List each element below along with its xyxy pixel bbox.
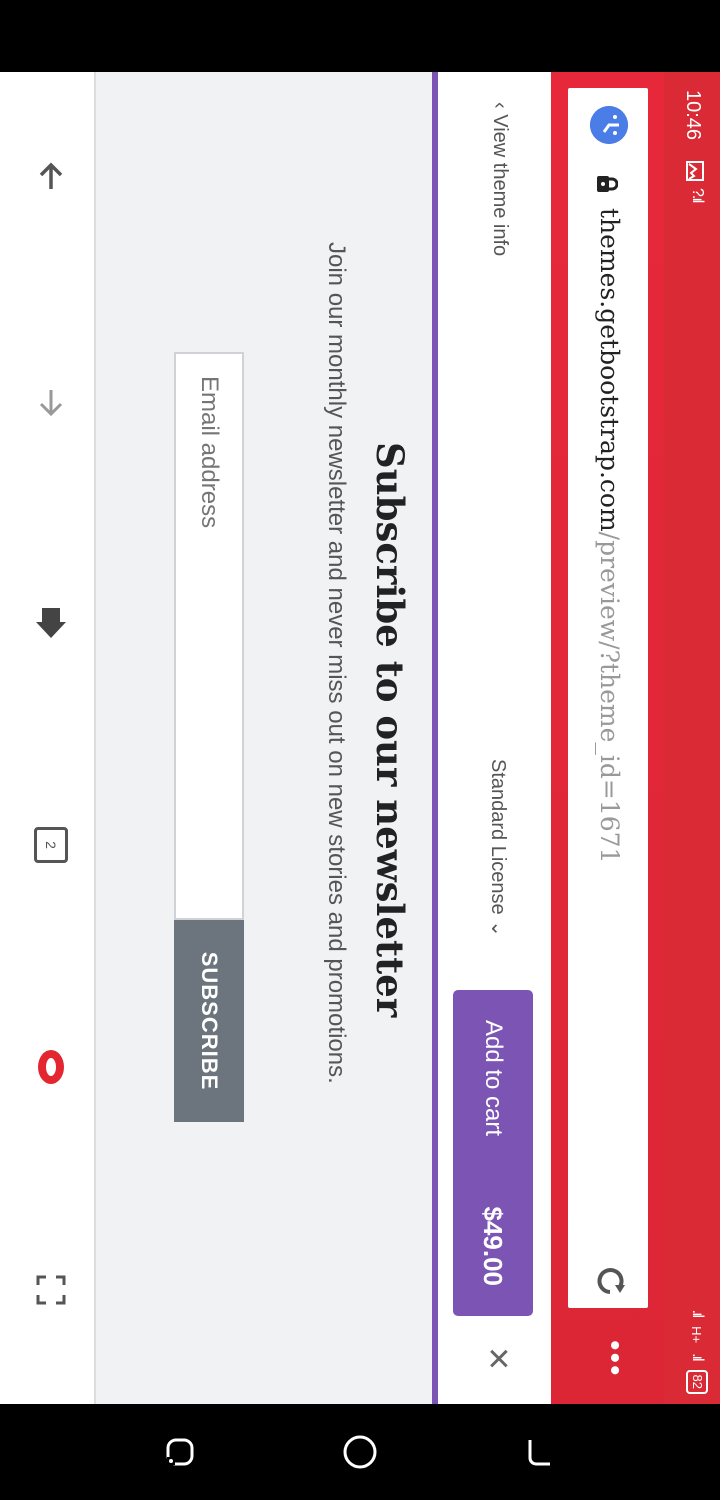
top-black-bar bbox=[0, 0, 720, 72]
menu-icon[interactable]: ••• bbox=[598, 1340, 631, 1378]
accent-divider bbox=[432, 72, 438, 1404]
add-to-cart-label: Add to cart bbox=[480, 1020, 507, 1137]
add-to-cart-button[interactable]: Add to cart $49.00 bbox=[453, 990, 533, 1316]
home-circle-icon[interactable] bbox=[340, 1432, 380, 1472]
home-icon[interactable] bbox=[26, 598, 76, 648]
tab-count: 2 bbox=[34, 827, 68, 863]
network-type: H+ bbox=[689, 1326, 705, 1344]
speed-dial-icon[interactable] bbox=[590, 106, 628, 144]
email-field[interactable] bbox=[174, 352, 244, 920]
url-domain: themes.getbootstrap.com bbox=[595, 208, 624, 532]
tabs-button[interactable]: 2 bbox=[26, 820, 76, 870]
status-bar: 10:46 ?.ıl .ıl H+ .ıl 82 bbox=[664, 72, 720, 1404]
browser-toolbar: themes.getbootstrap.com/preview/?theme_i… bbox=[551, 72, 664, 1404]
image-notification-icon bbox=[678, 160, 706, 182]
license-dropdown[interactable]: Standard License ⌄ bbox=[486, 759, 511, 937]
newsletter-title: Subscribe to our newsletter bbox=[368, 442, 412, 1018]
theme-preview-header: ‹ View theme info Standard License ⌄ Add… bbox=[438, 72, 551, 1404]
signal-question-icon: ?.ıl bbox=[689, 188, 706, 202]
url-path: /preview/?theme_id=1671 bbox=[595, 531, 624, 864]
status-left-icons: ?.ıl bbox=[678, 160, 706, 201]
lock-icon bbox=[596, 175, 619, 193]
newsletter-section: Subscribe to our newsletter Join our mon… bbox=[96, 72, 432, 1404]
back-icon[interactable] bbox=[160, 1432, 200, 1472]
battery-icon: 82 bbox=[686, 1369, 708, 1394]
chevron-down-icon: ⌄ bbox=[487, 914, 509, 937]
status-right-icons: .ıl H+ .ıl 82 bbox=[686, 1310, 708, 1394]
fullscreen-icon[interactable] bbox=[26, 1265, 76, 1315]
status-time: 10:46 bbox=[682, 90, 704, 141]
close-icon[interactable]: ✕ bbox=[480, 1346, 515, 1371]
chevron-left-icon: ‹ bbox=[489, 102, 511, 115]
back-arrow-icon[interactable] bbox=[26, 152, 76, 202]
recents-icon[interactable] bbox=[520, 1432, 560, 1472]
signal-strength-2-icon: .ıl bbox=[689, 1353, 706, 1360]
forward-arrow-icon[interactable] bbox=[26, 377, 76, 427]
subscribe-button[interactable]: SUBSCRIBE bbox=[174, 920, 244, 1122]
view-theme-info-link[interactable]: ‹ View theme info bbox=[488, 102, 511, 256]
browser-bottom-nav: 2 bbox=[0, 72, 96, 1404]
reload-icon[interactable] bbox=[583, 1263, 628, 1299]
newsletter-description: Join our monthly newsletter and never mi… bbox=[323, 242, 350, 1084]
price-label: $49.00 bbox=[478, 1206, 509, 1286]
system-navigation-bar bbox=[0, 1404, 720, 1500]
address-bar[interactable]: themes.getbootstrap.com/preview/?theme_i… bbox=[568, 88, 648, 1308]
opera-menu-icon[interactable] bbox=[26, 1042, 76, 1092]
url-text[interactable]: themes.getbootstrap.com/preview/?theme_i… bbox=[595, 208, 624, 864]
opera-logo-icon bbox=[38, 1050, 64, 1084]
signal-strength-icon: .ıl bbox=[689, 1309, 706, 1317]
